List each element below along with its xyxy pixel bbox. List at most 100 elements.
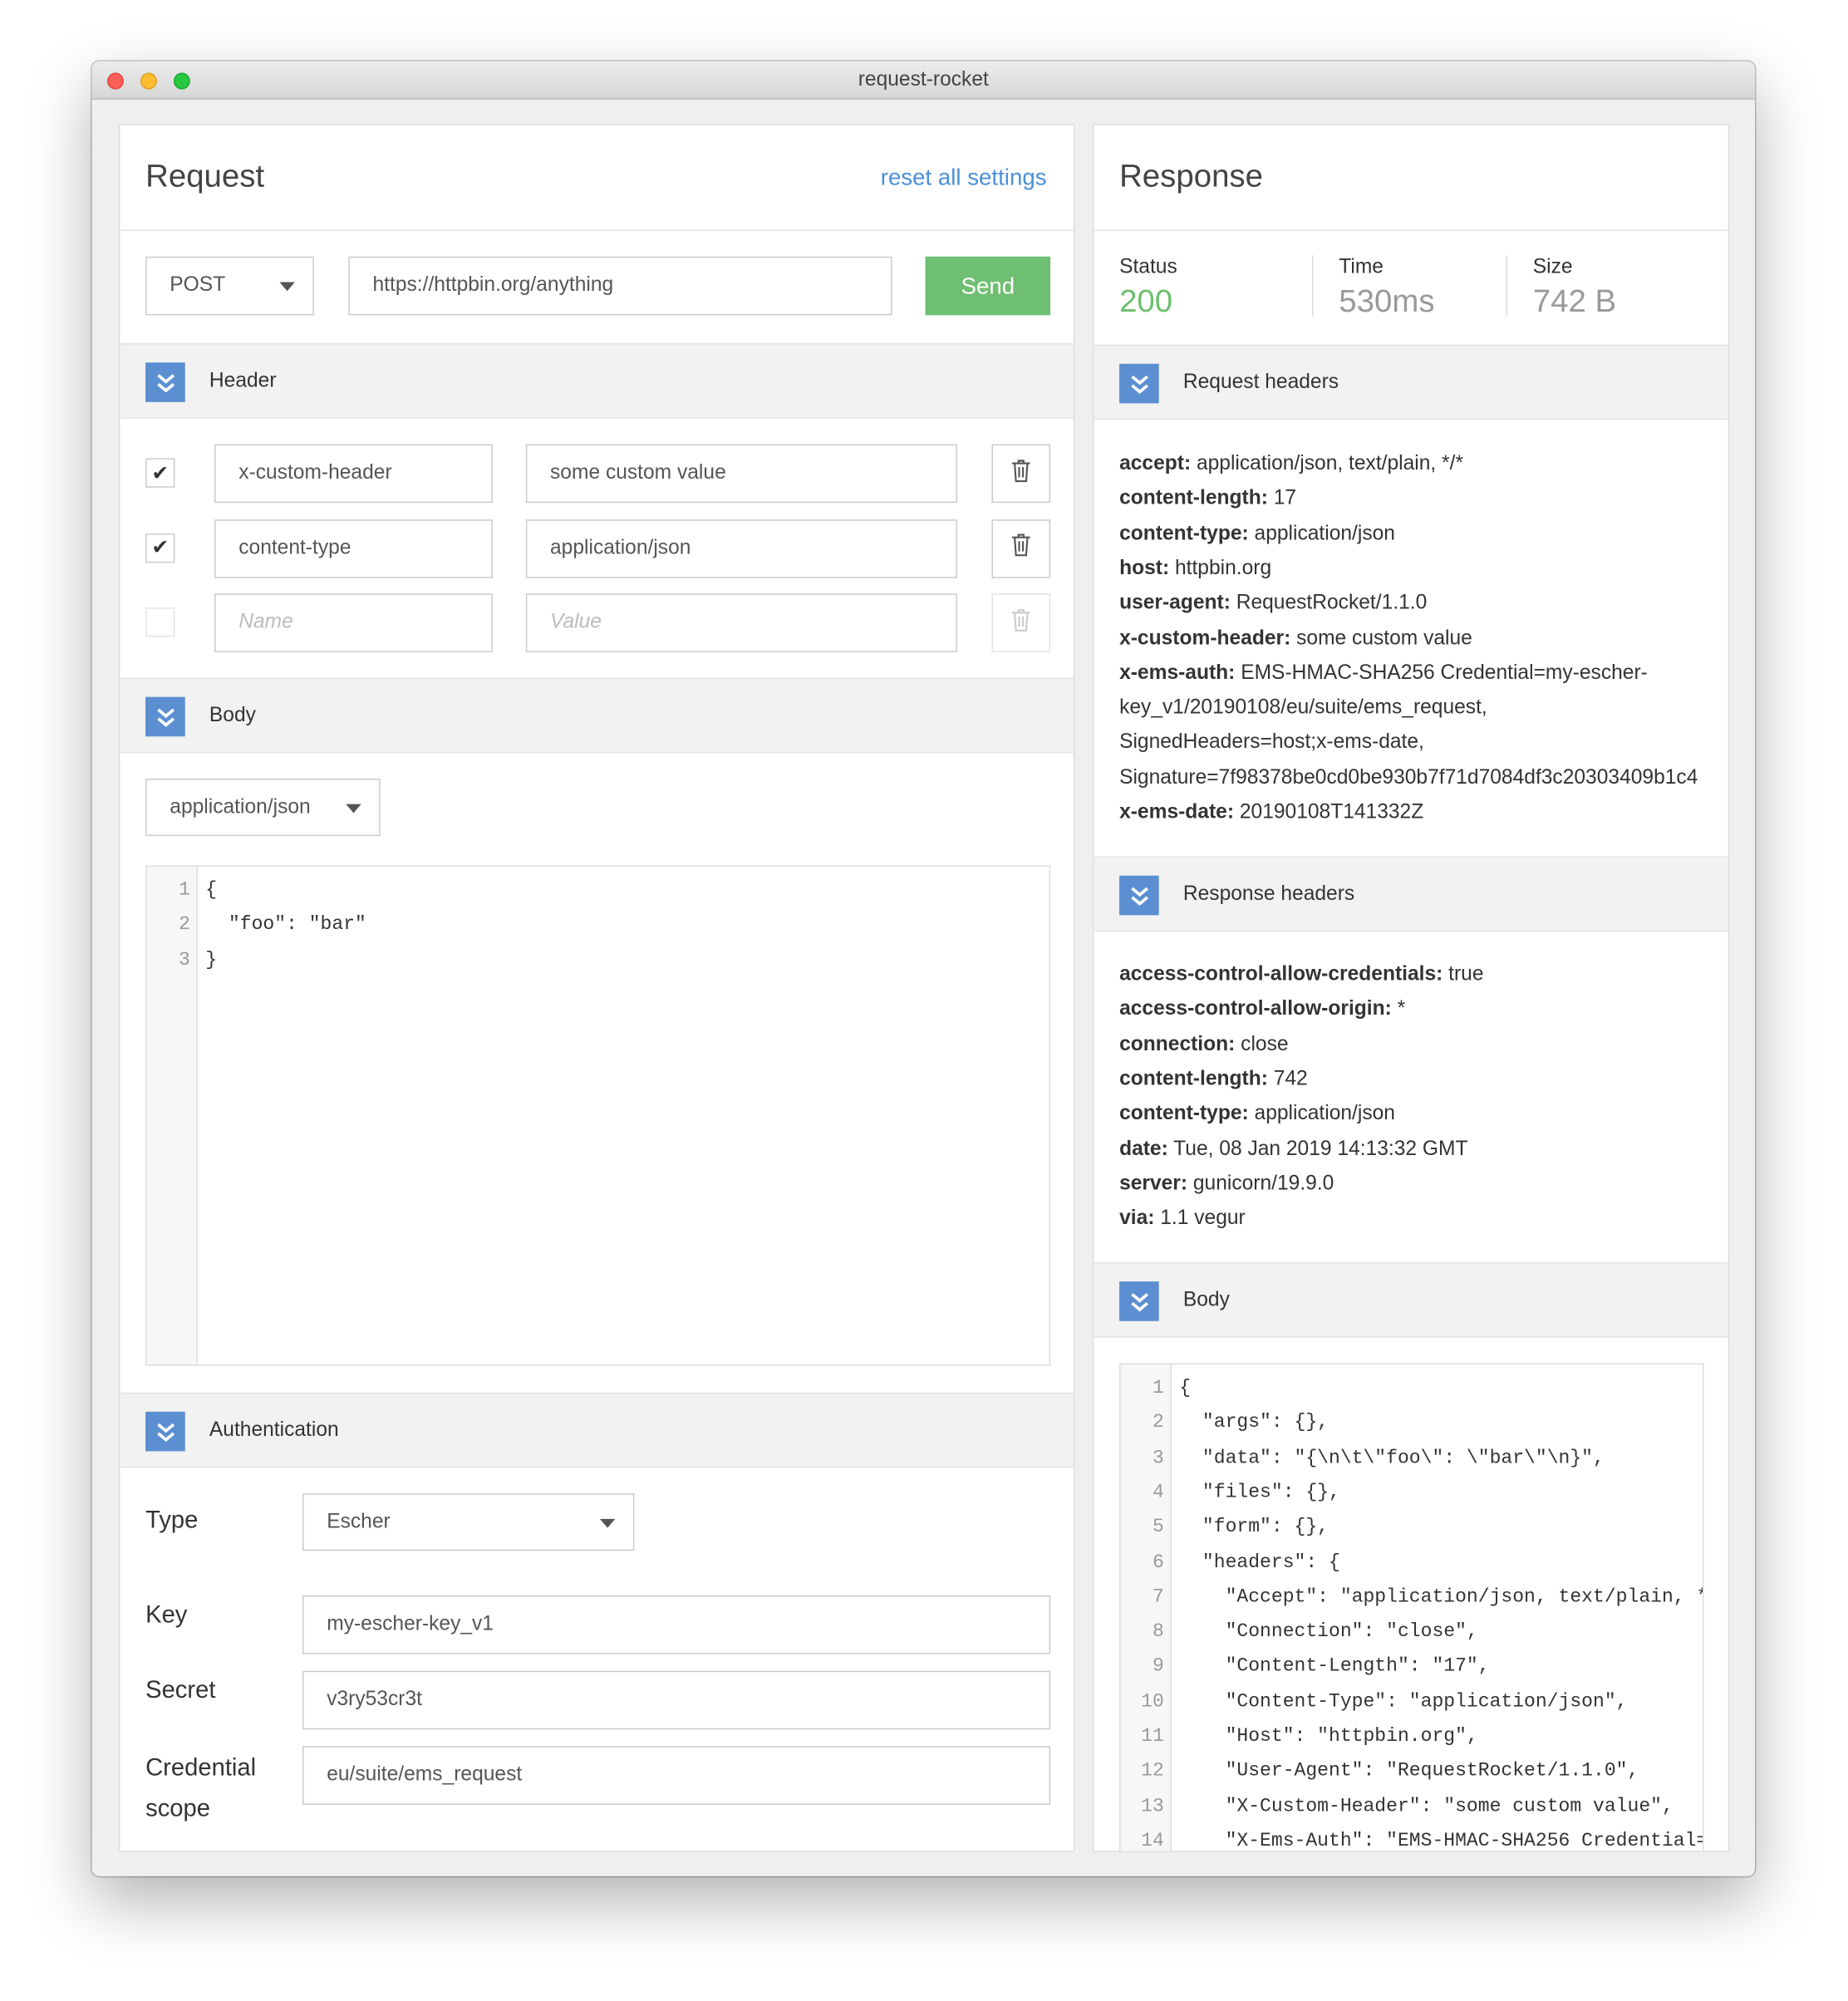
header-value-input[interactable]: some custom value <box>525 444 957 504</box>
header-value: some custom value <box>1290 627 1472 650</box>
header-key: content-length: <box>1119 1068 1268 1090</box>
body-type-select[interactable]: application/json <box>145 778 381 837</box>
header-value: application/json <box>1248 1103 1395 1125</box>
line-number: 1 <box>179 879 190 902</box>
response-title: Response <box>1119 158 1263 194</box>
header-key: host: <box>1119 558 1170 580</box>
credential-scope-input[interactable]: eu/suite/ems_request <box>302 1746 1051 1805</box>
request-headers-section-toggle[interactable]: Request headers <box>1094 344 1728 420</box>
secret-input[interactable]: v3ry53cr3t <box>302 1670 1051 1730</box>
trash-icon <box>1011 533 1032 563</box>
header-value: application/json <box>1248 523 1395 545</box>
header-value-value: some custom value <box>550 462 726 484</box>
header-line: accept: application/json, text/plain, */… <box>1119 447 1463 482</box>
header-key: access-control-allow-credentials: <box>1119 963 1443 986</box>
url-value: https://httpbin.org/anything <box>372 274 614 297</box>
header-line: Signature=7f98378be0cd0be930b7f71d7084df… <box>1119 760 1698 795</box>
header-value-input[interactable]: application/json <box>525 519 957 578</box>
credential-scope-value: eu/suite/ems_request <box>327 1763 523 1786</box>
auth-type-value: Escher <box>327 1510 391 1532</box>
header-line: SignedHeaders=host;x-ems-date, <box>1119 725 1424 760</box>
stat-value-status: 200 <box>1119 283 1173 319</box>
line-number: 6 <box>1152 1551 1164 1574</box>
line-number: 11 <box>1141 1725 1164 1748</box>
body-section-toggle[interactable]: Body <box>120 677 1074 754</box>
auth-type-select[interactable]: Escher <box>302 1493 635 1551</box>
reset-all-settings-link[interactable]: reset all settings <box>881 165 1047 191</box>
header-line: content-type: application/json <box>1119 516 1395 551</box>
code-line: "headers": { <box>1179 1551 1340 1574</box>
header-line: content-length: 17 <box>1119 482 1296 517</box>
request-body-editor[interactable]: 1 {2 "foo": "bar" 3} <box>145 865 1051 1366</box>
minimize-window-button[interactable] <box>140 72 157 90</box>
response-body-section-toggle[interactable]: Body <box>1094 1262 1728 1338</box>
code-line: "Host": "httpbin.org", <box>1179 1725 1478 1748</box>
header-key: x-custom-header: <box>1119 627 1291 650</box>
header-value-input[interactable]: Value <box>525 593 957 652</box>
code-line: "User-Agent": "RequestRocket/1.1.0", <box>1179 1760 1639 1782</box>
stat-label: Size <box>1532 256 1573 278</box>
url-input[interactable]: https://httpbin.org/anything <box>348 256 892 316</box>
header-key: x-ems-date: <box>1119 801 1235 824</box>
chevron-down-icon <box>279 282 295 292</box>
header-name-input[interactable]: x-custom-header <box>214 444 493 504</box>
title-bar: request-rocket <box>91 61 1755 100</box>
header-section-toggle[interactable]: Header <box>120 343 1074 419</box>
body-type-value: application/json <box>170 795 311 818</box>
header-line: date: Tue, 08 Jan 2019 14:13:32 GMT <box>1119 1132 1467 1167</box>
section-title: Body <box>209 704 256 726</box>
line-number: 10 <box>1141 1690 1164 1713</box>
code-line: "Connection": "close", <box>1179 1620 1478 1643</box>
line-number: 3 <box>1152 1447 1164 1469</box>
header-line: user-agent: RequestRocket/1.1.0 <box>1119 586 1427 621</box>
chevron-double-down-icon <box>145 1411 185 1452</box>
trash-icon <box>1011 459 1032 488</box>
delete-header-button[interactable] <box>991 593 1051 652</box>
header-line: server: gunicorn/19.9.0 <box>1119 1167 1334 1202</box>
header-enabled-checkbox[interactable]: ✔ <box>145 533 175 563</box>
chevron-double-down-icon <box>1119 1281 1159 1321</box>
header-value: key_v1/20190108/eu/suite/ems_request, <box>1119 696 1487 719</box>
credential-scope-label: Credential scope <box>145 1755 257 1823</box>
header-name-value: Name <box>238 611 293 633</box>
line-number: 9 <box>1152 1655 1164 1678</box>
header-key: user-agent: <box>1119 592 1231 615</box>
header-key: access-control-allow-origin: <box>1119 998 1392 1020</box>
header-value: RequestRocket/1.1.0 <box>1230 592 1428 615</box>
section-title: Authentication <box>209 1419 339 1442</box>
line-number: 1 <box>1152 1377 1164 1399</box>
header-key: content-type: <box>1119 523 1249 545</box>
header-line: host: httpbin.org <box>1119 551 1271 586</box>
maximize-window-button[interactable] <box>173 72 190 90</box>
delete-header-button[interactable] <box>991 519 1051 578</box>
line-number: 13 <box>1141 1795 1164 1817</box>
authentication-section-toggle[interactable]: Authentication <box>120 1392 1074 1468</box>
delete-header-button[interactable] <box>991 444 1051 504</box>
header-line: via: 1.1 vegur <box>1119 1202 1246 1236</box>
code-line: { <box>1179 1377 1192 1399</box>
section-title: Body <box>1182 1289 1230 1311</box>
key-label: Key <box>145 1601 188 1629</box>
send-button[interactable]: Send <box>925 256 1051 316</box>
close-window-button[interactable] <box>107 72 124 90</box>
response-body-viewer[interactable]: 1 {2 "args": {}, 3 "data": "{\n\t\"foo\": … <box>1119 1363 1704 1851</box>
line-number: 8 <box>1152 1620 1164 1643</box>
header-value-value: application/json <box>550 536 691 558</box>
header-line: key_v1/20190108/eu/suite/ems_request, <box>1119 691 1487 725</box>
line-number: 2 <box>1152 1412 1164 1434</box>
method-select[interactable]: POST <box>145 256 314 316</box>
header-enabled-checkbox[interactable]: ✔ <box>145 458 175 488</box>
line-number: 5 <box>1152 1517 1164 1539</box>
header-name-input[interactable]: Name <box>214 593 493 652</box>
header-name-value: x-custom-header <box>238 462 392 484</box>
header-value: 17 <box>1267 488 1297 510</box>
response-panel: Response Status 200 Time 530ms Size 742 B Req… <box>1092 123 1730 1852</box>
response-headers-section-toggle[interactable]: Response headers <box>1094 856 1728 932</box>
header-name-input[interactable]: content-type <box>214 519 493 578</box>
chevron-double-down-icon <box>1119 363 1159 404</box>
header-enabled-checkbox[interactable] <box>145 607 175 637</box>
header-line: content-type: application/json <box>1119 1097 1395 1132</box>
key-input[interactable]: my-escher-key_v1 <box>302 1595 1051 1654</box>
section-title: Header <box>209 370 277 392</box>
divider <box>1506 255 1508 317</box>
